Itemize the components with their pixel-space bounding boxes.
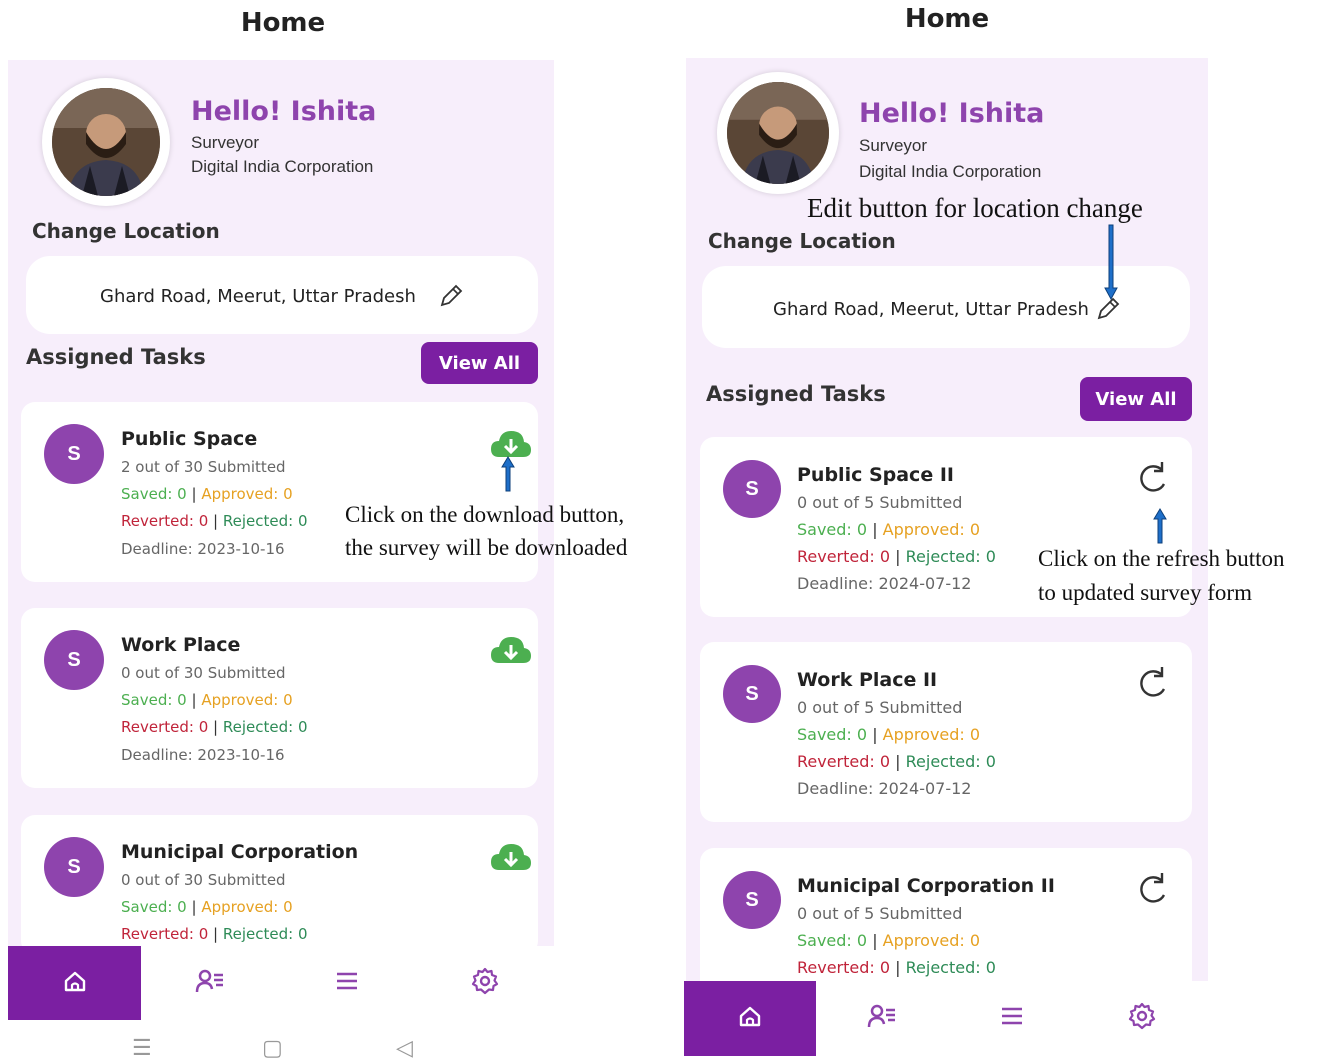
task-initial-badge: S bbox=[44, 424, 104, 484]
menu-icon bbox=[335, 970, 359, 997]
task-name: Work Place II bbox=[797, 669, 938, 691]
refresh-icon[interactable] bbox=[1134, 460, 1170, 496]
nav-home[interactable] bbox=[684, 981, 816, 1056]
left-phone-screen: Home Hello! Ishita Surveyor Digital Indi… bbox=[8, 0, 558, 1062]
download-annotation-line1: Click on the download button, bbox=[345, 502, 625, 527]
location-text: Ghard Road, Meerut, Uttar Pradesh bbox=[773, 299, 1089, 320]
settings-icon bbox=[471, 967, 499, 1000]
nav-users[interactable] bbox=[816, 981, 948, 1056]
nav-settings[interactable] bbox=[415, 946, 554, 1020]
task-status-reverted-rejected: Reverted: 0 | Rejected: 0 bbox=[121, 925, 308, 943]
task-submitted: 0 out of 30 Submitted bbox=[121, 871, 286, 889]
view-all-button[interactable]: View All bbox=[421, 342, 538, 384]
annotation-arrow-up-icon bbox=[500, 456, 516, 497]
greeting: Hello! Ishita bbox=[859, 98, 1045, 129]
refresh-annotation-line2: to updated survey form bbox=[1038, 580, 1252, 605]
home-icon bbox=[737, 1003, 763, 1034]
annotation-arrow-down-icon bbox=[1103, 224, 1119, 305]
task-name: Public Space II bbox=[797, 464, 954, 486]
nav-menu[interactable] bbox=[278, 946, 415, 1020]
task-submitted: 2 out of 30 Submitted bbox=[121, 458, 286, 476]
task-deadline: Deadline: 2023-10-16 bbox=[121, 540, 285, 558]
task-status-saved-approved: Saved: 0 | Approved: 0 bbox=[797, 931, 981, 950]
role: Surveyor bbox=[859, 136, 928, 155]
avatar bbox=[52, 88, 160, 196]
task-name: Public Space bbox=[121, 428, 258, 450]
task-status-reverted-rejected: Reverted: 0 | Rejected: 0 bbox=[797, 752, 996, 771]
home-icon bbox=[62, 968, 88, 999]
system-back-icon[interactable]: ◁ bbox=[396, 1035, 413, 1061]
settings-icon bbox=[1128, 1002, 1156, 1035]
task-deadline: Deadline: 2023-10-16 bbox=[121, 746, 285, 764]
cloud-download-icon[interactable] bbox=[489, 635, 533, 667]
task-initial-badge: S bbox=[723, 460, 781, 518]
nav-settings[interactable] bbox=[1076, 981, 1208, 1056]
page-title: Home bbox=[240, 8, 326, 38]
cloud-download-icon[interactable] bbox=[489, 842, 533, 874]
avatar bbox=[727, 82, 829, 184]
view-all-button[interactable]: View All bbox=[1080, 377, 1192, 421]
system-menu-icon[interactable]: ☰ bbox=[132, 1035, 152, 1061]
role: Surveyor bbox=[191, 133, 260, 152]
system-home-icon[interactable]: ▢ bbox=[262, 1035, 283, 1061]
task-status-saved-approved: Saved: 0 | Approved: 0 bbox=[121, 898, 293, 916]
location-text: Ghard Road, Meerut, Uttar Pradesh bbox=[100, 286, 416, 307]
task-initial-badge: S bbox=[44, 630, 104, 690]
refresh-icon[interactable] bbox=[1134, 665, 1170, 701]
menu-icon bbox=[1000, 1005, 1024, 1032]
organization: Digital India Corporation bbox=[191, 157, 374, 176]
right-phone-screen: Home Hello! Ishita Surveyor Digital Indi… bbox=[684, 0, 1210, 1062]
organization: Digital India Corporation bbox=[859, 162, 1042, 181]
refresh-annotation-line1: Click on the refresh button bbox=[1038, 546, 1285, 571]
task-status-reverted-rejected: Reverted: 0 | Rejected: 0 bbox=[797, 958, 996, 977]
annotation-arrow-up-icon bbox=[1152, 508, 1168, 549]
task-status-saved-approved: Saved: 0 | Approved: 0 bbox=[121, 691, 293, 709]
task-status-saved-approved: Saved: 0 | Approved: 0 bbox=[121, 485, 293, 503]
change-location-label: Change Location bbox=[708, 229, 896, 253]
task-name: Work Place bbox=[121, 634, 241, 656]
task-initial-badge: S bbox=[44, 837, 104, 897]
nav-home[interactable] bbox=[8, 946, 141, 1020]
task-status-reverted-rejected: Reverted: 0 | Rejected: 0 bbox=[121, 718, 308, 736]
page-title: Home bbox=[904, 4, 990, 34]
edit-annotation: Edit button for location change bbox=[807, 193, 1143, 223]
task-status-reverted-rejected: Reverted: 0 | Rejected: 0 bbox=[797, 547, 996, 566]
task-submitted: 0 out of 5 Submitted bbox=[797, 698, 963, 717]
refresh-icon[interactable] bbox=[1134, 871, 1170, 907]
task-deadline: Deadline: 2024-07-12 bbox=[797, 574, 972, 593]
task-name: Municipal Corporation bbox=[121, 841, 359, 863]
task-submitted: 0 out of 5 Submitted bbox=[797, 493, 963, 512]
task-submitted: 0 out of 30 Submitted bbox=[121, 664, 286, 682]
nav-menu[interactable] bbox=[948, 981, 1076, 1056]
greeting: Hello! Ishita bbox=[191, 96, 377, 127]
user-list-icon bbox=[867, 1002, 897, 1035]
user-list-icon bbox=[195, 967, 225, 1000]
task-status-reverted-rejected: Reverted: 0 | Rejected: 0 bbox=[121, 512, 308, 530]
assigned-tasks-label: Assigned Tasks bbox=[706, 382, 886, 406]
pencil-icon[interactable] bbox=[438, 283, 464, 309]
task-initial-badge: S bbox=[723, 665, 781, 723]
task-status-saved-approved: Saved: 0 | Approved: 0 bbox=[797, 520, 981, 539]
task-submitted: 0 out of 5 Submitted bbox=[797, 904, 963, 923]
nav-users[interactable] bbox=[141, 946, 278, 1020]
task-deadline: Deadline: 2024-07-12 bbox=[797, 779, 972, 798]
task-initial-badge: S bbox=[723, 871, 781, 929]
download-annotation-line2: the survey will be downloaded bbox=[345, 535, 628, 560]
task-name: Municipal Corporation II bbox=[797, 875, 1055, 897]
change-location-label: Change Location bbox=[32, 219, 220, 243]
task-status-saved-approved: Saved: 0 | Approved: 0 bbox=[797, 725, 981, 744]
assigned-tasks-label: Assigned Tasks bbox=[26, 345, 206, 369]
